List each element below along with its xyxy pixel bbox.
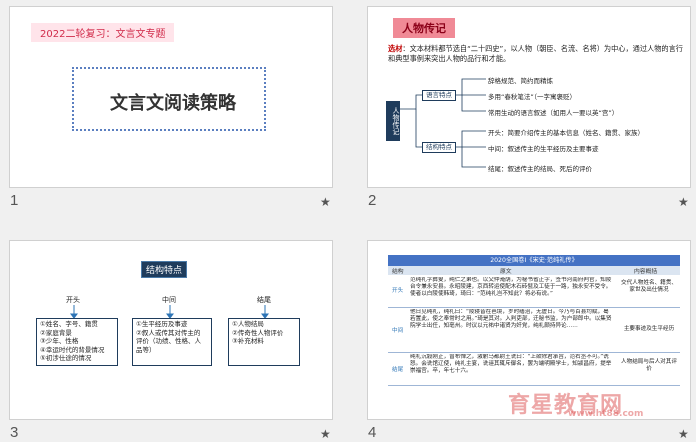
slide-thumbnail-1[interactable]: 2022二轮复习：文言文专题 文言文阅读策略 bbox=[9, 6, 333, 188]
language-item: 常用生动的语言叙述（如用人一要以英“宫”） bbox=[488, 109, 619, 117]
structure-item: 中间：叙述传主的生平经历及主要事迹 bbox=[488, 145, 599, 153]
column-head-start: 开头 bbox=[66, 296, 80, 304]
slide-thumbnail-2[interactable]: 人物传记 选材：文本材料都节选自“二十四史”，以人物（朝臣、名流、名将）为中心，… bbox=[367, 6, 691, 188]
slide1-title: 文言文阅读策略 bbox=[110, 93, 236, 114]
start-point: ⑤初涉仕途的情况 bbox=[40, 354, 92, 363]
row-summary: 主要事迹及生平经历 bbox=[623, 326, 675, 332]
language-item: 多用“春秋笔法”（一字寓褒贬） bbox=[488, 93, 576, 101]
middle-point: 品等） bbox=[136, 345, 156, 354]
slide-transition-star-icon: ★ bbox=[678, 195, 689, 209]
row-summary: 人物结局与后人对其评价 bbox=[621, 359, 677, 373]
middle-point: 评价（功绩、性格、人 bbox=[136, 337, 201, 346]
slide-number-4: 4 bbox=[368, 424, 377, 441]
row-text: 范纯礼字彝叟，纯仁之弟也。以父仲淹荫，为秘书省正字，签书河南府判官，知陵台令兼永… bbox=[410, 277, 612, 298]
table-row: 结尾 纯礼沉毅刚正，曾布惮之，激駙马都尉王诜曰：“上欲除君承旨，范右丞不可。”诜… bbox=[388, 353, 680, 386]
row-label: 中间 bbox=[392, 328, 404, 334]
row-text: 他日见纯礼，纯礼曰：“陵寝皆在邑境，岁时缮治，无虚日。今乃与百县均赋，曷若置此，… bbox=[410, 309, 612, 330]
mindmap-branch-structure: 结构特点 bbox=[422, 142, 456, 153]
watermark-url: www.ht88.com bbox=[568, 409, 644, 419]
language-item: 辞格规范、简约而精炼 bbox=[488, 77, 553, 85]
middle-box: ①生平经历及事迹 ②叙人或传其对传主的 评价（功绩、性格、人 品等） bbox=[132, 318, 212, 366]
mindmap-branch-language: 语言特点 bbox=[422, 90, 456, 101]
mindmap-root: 人物传记 bbox=[386, 101, 400, 141]
row-label: 开头 bbox=[392, 288, 404, 294]
slide1-subject-tag: 2022二轮复习：文言文专题 bbox=[31, 23, 175, 42]
start-point: ③少年、性格 bbox=[40, 337, 79, 346]
end-box: ①人物结局 ②传奇性人物评价 ③补充材料 bbox=[228, 318, 300, 366]
end-point: ③补充材料 bbox=[232, 337, 264, 346]
start-box: ①姓名、字号、籍贯 ②家庭背景 ③少年、性格 ④幸运时代的背景情况 ⑤初涉仕途的… bbox=[36, 318, 118, 366]
middle-point: ①生平经历及事迹 bbox=[136, 320, 188, 328]
row-summary: 交代人物姓名、籍贯、家世及出仕情况 bbox=[621, 280, 677, 294]
structure-item: 结尾：叙述传主的结局、死后的评价 bbox=[488, 165, 592, 173]
col-summary: 内容概括 bbox=[634, 269, 658, 275]
col-structure: 结构 bbox=[392, 269, 404, 275]
start-point: ①姓名、字号、籍贯 bbox=[40, 320, 98, 328]
slide-transition-star-icon: ★ bbox=[320, 195, 331, 209]
middle-point: ②叙人或传其对传主的 bbox=[136, 328, 201, 337]
slide-number-1: 1 bbox=[10, 192, 19, 209]
row-text: 纯礼沉毅刚正，曾布惮之，激駙马都尉王诜曰：“上欲除君承旨，范右丞不可。”诜怒。会… bbox=[410, 354, 612, 375]
table-row: 中间 他日见纯礼，纯礼曰：“陵寝皆在邑境，岁时缮治，无虚日。今乃与百县均赋，曷若… bbox=[388, 308, 680, 353]
slide-transition-star-icon: ★ bbox=[320, 427, 331, 441]
end-point: ②传奇性人物评价 bbox=[232, 328, 284, 337]
structure-item: 开头：简要介绍传主的基本信息（姓名、籍贯、家族） bbox=[488, 129, 644, 137]
end-point: ①人物结局 bbox=[232, 320, 264, 328]
col-original-text: 原文 bbox=[500, 269, 512, 275]
row-label: 结尾 bbox=[392, 367, 404, 373]
slide-thumbnail-4[interactable]: 2020全国卷Ⅰ《宋史·范纯礼传》 结构 原文 内容概括 开头 范纯礼字彝叟，纯… bbox=[367, 240, 691, 420]
table-header-row: 结构 原文 内容概括 bbox=[388, 266, 680, 275]
start-point: ②家庭背景 bbox=[40, 328, 72, 337]
slide-thumbnail-3[interactable]: 结构特点 开头 中间 结尾 ①姓名、字号、籍贯 ②家庭背景 ③少年、性格 ④幸运… bbox=[9, 240, 333, 420]
table-row: 开头 范纯礼字彝叟，纯仁之弟也。以父仲淹荫，为秘书省正字，签书河南府判官，知陵台… bbox=[388, 276, 680, 308]
slide-number-2: 2 bbox=[368, 192, 377, 209]
column-head-middle: 中间 bbox=[162, 296, 176, 304]
column-head-end: 结尾 bbox=[257, 296, 271, 304]
table-title: 2020全国卷Ⅰ《宋史·范纯礼传》 bbox=[388, 255, 680, 266]
slide-number-3: 3 bbox=[10, 424, 19, 441]
slide-transition-star-icon: ★ bbox=[678, 427, 689, 441]
